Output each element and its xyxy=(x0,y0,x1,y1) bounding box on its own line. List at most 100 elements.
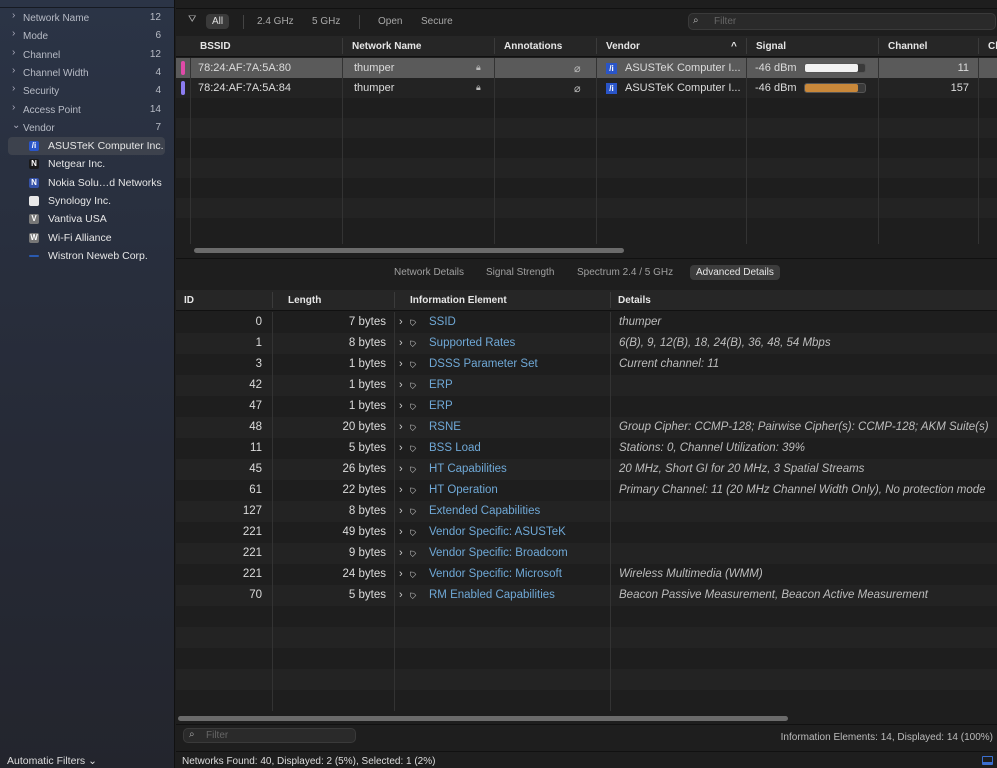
table-row[interactable]: 48 20 bytes › ⌂ RSNE Group Cipher: CCMP-128; … xyxy=(176,417,997,438)
table-row[interactable]: 127 8 bytes › ⌂ Extended Capabilities xyxy=(176,501,997,522)
ie-name-cell[interactable]: HT Capabilities xyxy=(429,463,507,475)
column-header-length[interactable]: Length xyxy=(288,295,321,306)
vendor-item[interactable]: /i ASUSTeK Computer Inc. xyxy=(8,137,165,155)
filter-open-button[interactable]: Open xyxy=(378,16,402,27)
chevron-right-icon[interactable]: › xyxy=(12,10,15,21)
chevron-right-icon[interactable]: › xyxy=(12,65,15,76)
column-header-information-element[interactable]: Information Element xyxy=(410,295,507,306)
table-row[interactable] xyxy=(176,138,997,158)
column-header-annotations[interactable]: Annotations xyxy=(504,41,562,52)
column-header-channel[interactable]: Channel xyxy=(888,41,927,52)
filter-secure-button[interactable]: Secure xyxy=(421,16,453,27)
ie-name-cell[interactable]: BSS Load xyxy=(429,442,481,454)
filter-icon[interactable]: ⛛ xyxy=(188,14,196,25)
disclosure-chevron-icon[interactable]: › xyxy=(399,589,403,601)
filter-group-vendor[interactable]: ⌄ Vendor 7 xyxy=(0,119,175,137)
table-row[interactable] xyxy=(176,178,997,198)
chevron-right-icon[interactable]: › xyxy=(12,83,15,94)
vendor-item[interactable]: W Wi-Fi Alliance xyxy=(8,229,165,247)
automatic-filters-button[interactable]: Automatic Filters ⌄ xyxy=(7,755,97,767)
table-row[interactable] xyxy=(176,218,997,238)
ie-name-cell[interactable]: HT Operation xyxy=(429,484,498,496)
vendor-item[interactable]: Wistron Neweb Corp. xyxy=(8,247,165,265)
tab-spectrum-2-4-5-ghz[interactable]: Spectrum 2.4 / 5 GHz xyxy=(577,267,673,278)
table-row[interactable]: 3 1 bytes › ⌂ DSSS Parameter Set Current chan… xyxy=(176,354,997,375)
ie-name-cell[interactable]: Supported Rates xyxy=(429,337,515,349)
disclosure-chevron-icon[interactable]: › xyxy=(399,568,403,580)
filter-group-mode[interactable]: › Mode 6 xyxy=(0,27,175,45)
ie-name-cell[interactable]: Vendor Specific: ASUSTeK xyxy=(429,526,566,538)
table-row[interactable]: 78:24:AF:7A:5A:80 thumper 🔒︎ ⌀ /i ASUSTeK Com… xyxy=(176,58,997,78)
disclosure-chevron-icon[interactable]: › xyxy=(399,547,403,559)
toggle-panel-icon[interactable] xyxy=(982,756,993,765)
disclosure-chevron-icon[interactable]: › xyxy=(399,421,403,433)
tab-network-details[interactable]: Network Details xyxy=(394,267,464,278)
disclosure-chevron-icon[interactable]: › xyxy=(399,484,403,496)
disclosure-chevron-icon[interactable]: › xyxy=(399,526,403,538)
filter-24ghz-button[interactable]: 2.4 GHz xyxy=(257,16,294,27)
table-row[interactable] xyxy=(176,198,997,218)
table-row[interactable]: 221 24 bytes › ⌂ Vendor Specific: Microsoft W… xyxy=(176,564,997,585)
table-row[interactable] xyxy=(176,669,997,690)
table-row[interactable]: 47 1 bytes › ⌂ ERP xyxy=(176,396,997,417)
filter-group-security[interactable]: › Security 4 xyxy=(0,82,175,100)
ie-name-cell[interactable]: Vendor Specific: Broadcom xyxy=(429,547,568,559)
table-row[interactable] xyxy=(176,690,997,711)
table-row[interactable]: 221 49 bytes › ⌂ Vendor Specific: ASUSTeK xyxy=(176,522,997,543)
vendor-item[interactable]: N Netgear Inc. xyxy=(8,155,165,173)
vendor-item[interactable]: V Vantiva USA xyxy=(8,210,165,228)
table-row[interactable] xyxy=(176,606,997,627)
table-row[interactable]: 61 22 bytes › ⌂ HT Operation Primary Channel:… xyxy=(176,480,997,501)
table-row[interactable]: 11 5 bytes › ⌂ BSS Load Stations: 0, Channel … xyxy=(176,438,997,459)
vendor-item[interactable]: N Nokia Solu…d Networks xyxy=(8,174,165,192)
column-header-bssid[interactable]: BSSID xyxy=(200,41,231,52)
ie-name-cell[interactable]: RM Enabled Capabilities xyxy=(429,589,555,601)
disclosure-chevron-icon[interactable]: › xyxy=(399,316,403,328)
disclosure-chevron-icon[interactable]: › xyxy=(399,400,403,412)
disclosure-chevron-icon[interactable]: › xyxy=(399,358,403,370)
network-filter-input[interactable]: ⌕ Filter xyxy=(688,13,996,30)
ie-name-cell[interactable]: SSID xyxy=(429,316,456,328)
annotation-icon[interactable]: ⌀ xyxy=(574,62,581,75)
ie-horizontal-scrollbar[interactable] xyxy=(178,716,788,721)
vendor-item[interactable]: Synology Inc. xyxy=(8,192,165,210)
sort-ascending-icon[interactable]: ^ xyxy=(731,41,737,52)
disclosure-chevron-icon[interactable]: › xyxy=(399,505,403,517)
table-row[interactable] xyxy=(176,118,997,138)
column-header-signal[interactable]: Signal xyxy=(756,41,786,52)
table-row[interactable] xyxy=(176,648,997,669)
filter-all-button[interactable]: All xyxy=(206,14,230,29)
tab-signal-strength[interactable]: Signal Strength xyxy=(486,267,554,278)
filter-group-access-point[interactable]: › Access Point 14 xyxy=(0,101,175,119)
disclosure-chevron-icon[interactable]: › xyxy=(399,463,403,475)
tab-advanced-details[interactable]: Advanced Details xyxy=(690,265,780,280)
column-header-vendor[interactable]: Vendor xyxy=(606,41,640,52)
filter-5ghz-button[interactable]: 5 GHz xyxy=(312,16,340,27)
chevron-down-icon[interactable]: ⌄ xyxy=(12,120,20,131)
table-row[interactable] xyxy=(176,98,997,118)
column-header-ch[interactable]: Ch xyxy=(988,41,997,52)
table-row[interactable]: 45 26 bytes › ⌂ HT Capabilities 20 MHz, Short… xyxy=(176,459,997,480)
column-header-id[interactable]: ID xyxy=(184,295,194,306)
disclosure-chevron-icon[interactable]: › xyxy=(399,442,403,454)
chevron-right-icon[interactable]: › xyxy=(12,47,15,58)
ie-name-cell[interactable]: ERP xyxy=(429,379,453,391)
chevron-right-icon[interactable]: › xyxy=(12,102,15,113)
table-row[interactable]: 70 5 bytes › ⌂ RM Enabled Capabilities Beacon… xyxy=(176,585,997,606)
column-header-details[interactable]: Details xyxy=(618,295,651,306)
table-row[interactable]: 78:24:AF:7A:5A:84 thumper 🔒︎ ⌀ /i ASUSTeK Com… xyxy=(176,78,997,98)
networks-horizontal-scrollbar[interactable] xyxy=(194,248,624,253)
ie-name-cell[interactable]: Vendor Specific: Microsoft xyxy=(429,568,562,580)
disclosure-chevron-icon[interactable]: › xyxy=(399,337,403,349)
filter-group-channel-width[interactable]: › Channel Width 4 xyxy=(0,64,175,82)
ie-name-cell[interactable]: ERP xyxy=(429,400,453,412)
table-row[interactable] xyxy=(176,158,997,178)
annotation-icon[interactable]: ⌀ xyxy=(574,82,581,95)
ie-name-cell[interactable]: DSSS Parameter Set xyxy=(429,358,538,370)
disclosure-chevron-icon[interactable]: › xyxy=(399,379,403,391)
table-row[interactable]: 0 7 bytes › ⌂ SSID thumper xyxy=(176,312,997,333)
column-header-network-name[interactable]: Network Name xyxy=(352,41,421,52)
ie-name-cell[interactable]: Extended Capabilities xyxy=(429,505,540,517)
filter-group-channel[interactable]: › Channel 12 xyxy=(0,46,175,64)
ie-name-cell[interactable]: RSNE xyxy=(429,421,461,433)
